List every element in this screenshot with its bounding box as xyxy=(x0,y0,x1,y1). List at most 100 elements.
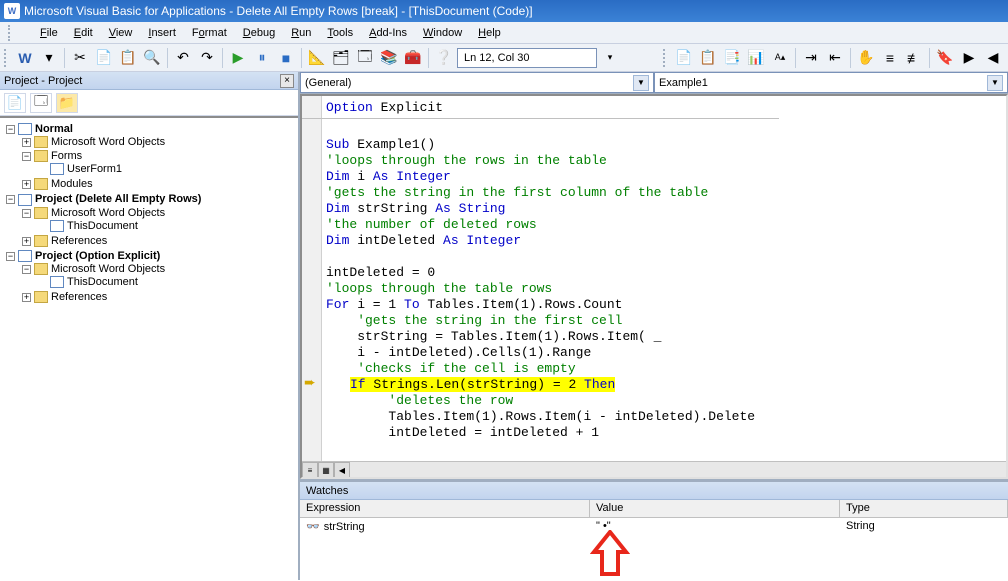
toolbar-handle[interactable] xyxy=(663,49,669,67)
dropdown-icon[interactable]: ▾ xyxy=(599,47,621,69)
comment-icon[interactable]: ≡ xyxy=(879,47,901,69)
toolbox-icon[interactable]: 🧰 xyxy=(402,47,424,69)
uncomment-icon[interactable]: ≢ xyxy=(903,47,925,69)
col-value[interactable]: Value xyxy=(590,500,840,517)
watches-title: Watches xyxy=(306,485,348,497)
tree-forms[interactable]: Forms xyxy=(51,150,82,162)
chevron-down-icon[interactable]: ▼ xyxy=(633,75,649,91)
col-type[interactable]: Type xyxy=(840,500,1008,517)
view-object-icon[interactable]: 🗔 xyxy=(30,93,52,113)
scroll-mode-icon[interactable]: ≡ xyxy=(302,462,318,478)
menu-tools[interactable]: Tools xyxy=(319,24,361,42)
tree-mwo3[interactable]: Microsoft Word Objects xyxy=(51,263,165,275)
doc-icon xyxy=(50,276,64,288)
folder-icon xyxy=(34,291,48,303)
watch-row[interactable]: 👓strString " •" String xyxy=(300,518,1008,536)
menu-addins[interactable]: Add-Ins xyxy=(361,24,415,42)
hand-icon[interactable]: ✋ xyxy=(855,47,877,69)
project-tree[interactable]: − Normal + Microsoft Word Objects − Forms U… xyxy=(0,116,298,580)
watches-columns: Expression Value Type xyxy=(300,500,1008,518)
bookmark-icon[interactable]: 🔖 xyxy=(934,47,956,69)
expand-icon[interactable]: + xyxy=(22,138,31,147)
project-icon[interactable]: 🗂 xyxy=(330,47,352,69)
code-editor[interactable]: ➨ Option Explicit Sub Example1() 'loops … xyxy=(300,94,1008,479)
pause-icon[interactable]: ⏸ xyxy=(251,47,273,69)
next-bookmark-icon[interactable]: ▶ xyxy=(958,47,980,69)
outdent-icon[interactable]: ⇤ xyxy=(824,47,846,69)
run-icon[interactable]: ▶ xyxy=(227,47,249,69)
folder-icon xyxy=(34,178,48,190)
expand-icon[interactable]: + xyxy=(22,293,31,302)
horizontal-scrollbar[interactable]: ≡ ▦ ◀ xyxy=(302,461,1006,477)
expand-icon[interactable]: − xyxy=(6,252,15,261)
expand-icon[interactable]: − xyxy=(22,209,31,218)
expand-icon[interactable]: − xyxy=(6,195,15,204)
tree-modules[interactable]: Modules xyxy=(51,178,93,190)
help-icon[interactable]: ❔ xyxy=(433,47,455,69)
undo-icon[interactable]: ↶ xyxy=(172,47,194,69)
dropdown-icon[interactable]: ▾ xyxy=(38,47,60,69)
find-icon[interactable]: 🔍 xyxy=(141,47,163,69)
menu-help[interactable]: Help xyxy=(470,24,509,42)
expand-icon[interactable]: − xyxy=(6,125,15,134)
doc-icon xyxy=(50,220,64,232)
tool-icon[interactable]: 📑 xyxy=(721,47,743,69)
properties-icon[interactable]: 🗔 xyxy=(354,47,376,69)
menu-debug[interactable]: Debug xyxy=(235,24,283,42)
tree-proj3[interactable]: Project (Option Explicit) xyxy=(35,250,160,262)
menu-view[interactable]: View xyxy=(101,24,141,42)
close-icon[interactable]: × xyxy=(280,74,294,88)
menu-edit[interactable]: Edit xyxy=(66,24,101,42)
tool-icon[interactable]: 📋 xyxy=(697,47,719,69)
code-gutter[interactable] xyxy=(302,96,322,477)
stop-icon[interactable]: ■ xyxy=(275,47,297,69)
font-size-icon[interactable]: A▴ xyxy=(769,47,791,69)
expand-icon[interactable]: − xyxy=(22,265,31,274)
tree-ref3[interactable]: References xyxy=(51,291,107,303)
watch-type: String xyxy=(840,518,1008,536)
tree-ref2[interactable]: References xyxy=(51,235,107,247)
object-icon[interactable]: 📚 xyxy=(378,47,400,69)
indent-icon[interactable]: ⇥ xyxy=(800,47,822,69)
tool-icon[interactable]: 📊 xyxy=(745,47,767,69)
folder-icon[interactable]: 📁 xyxy=(56,93,78,113)
paste-icon[interactable]: 📋 xyxy=(117,47,139,69)
copy-icon[interactable]: 📄 xyxy=(93,47,115,69)
cut-icon[interactable]: ✂ xyxy=(69,47,91,69)
menu-window[interactable]: Window xyxy=(415,24,470,42)
title-bar: W Microsoft Visual Basic for Application… xyxy=(0,0,1008,22)
chevron-down-icon[interactable]: ▼ xyxy=(987,75,1003,91)
tree-mwo2[interactable]: Microsoft Word Objects xyxy=(51,207,165,219)
separator xyxy=(167,48,168,68)
tree-mwo[interactable]: Microsoft Word Objects xyxy=(51,136,165,148)
tree-thisdoc3[interactable]: ThisDocument xyxy=(67,276,138,288)
expand-icon[interactable]: + xyxy=(22,237,31,246)
toolbar-handle[interactable] xyxy=(4,49,10,67)
folder-icon xyxy=(34,150,48,162)
view-code-icon[interactable]: 📄 xyxy=(4,93,26,113)
code-text[interactable]: Option Explicit Sub Example1() 'loops th… xyxy=(326,100,755,441)
separator xyxy=(929,48,930,68)
prev-bookmark-icon[interactable]: ◀ xyxy=(982,47,1004,69)
menu-run[interactable]: Run xyxy=(283,24,319,42)
tree-thisdoc2[interactable]: ThisDocument xyxy=(67,220,138,232)
object-dropdown[interactable]: (General) ▼ xyxy=(300,72,654,93)
separator xyxy=(64,48,65,68)
word-icon[interactable]: W xyxy=(14,47,36,69)
menu-insert[interactable]: Insert xyxy=(140,24,184,42)
scroll-left-icon[interactable]: ◀ xyxy=(334,462,350,478)
expand-icon[interactable]: − xyxy=(22,152,31,161)
tree-userform[interactable]: UserForm1 xyxy=(67,163,122,175)
menubar-handle[interactable] xyxy=(8,25,26,41)
menu-format[interactable]: Format xyxy=(184,24,235,42)
design-icon[interactable]: 📐 xyxy=(306,47,328,69)
tree-proj2[interactable]: Project (Delete All Empty Rows) xyxy=(35,193,201,205)
redo-icon[interactable]: ↷ xyxy=(196,47,218,69)
col-expression[interactable]: Expression xyxy=(300,500,590,517)
menu-file[interactable]: File xyxy=(32,24,66,42)
tree-normal[interactable]: Normal xyxy=(35,123,73,135)
scroll-mode-icon[interactable]: ▦ xyxy=(318,462,334,478)
tool-icon[interactable]: 📄 xyxy=(673,47,695,69)
expand-icon[interactable]: + xyxy=(22,180,31,189)
procedure-dropdown[interactable]: Example1 ▼ xyxy=(654,72,1008,93)
